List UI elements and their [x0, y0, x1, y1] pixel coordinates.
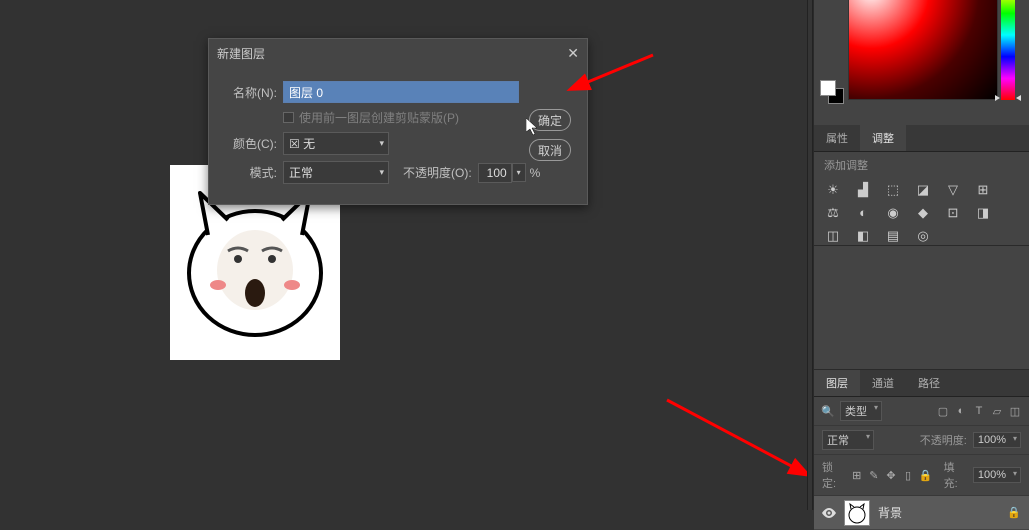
fg-bg-swatch[interactable]	[820, 80, 844, 104]
clip-mask-label: 使用前一图层创建剪贴蒙版(P)	[299, 109, 459, 126]
tab-properties[interactable]: 属性	[814, 125, 860, 151]
tab-channels[interactable]: 通道	[860, 370, 906, 396]
panel-blank	[814, 245, 1029, 370]
name-label: 名称(N):	[221, 84, 277, 101]
exposure-icon[interactable]: ◪	[914, 182, 932, 197]
search-icon[interactable]: 🔍	[822, 405, 834, 417]
foreground-swatch[interactable]	[820, 80, 836, 96]
filter-adjust-icon[interactable]: ◐	[955, 405, 967, 417]
curves-icon[interactable]: ⬚	[884, 182, 902, 197]
layer-list: 背景 🔒	[814, 496, 1029, 530]
lock-position-icon[interactable]: ✥	[885, 469, 896, 481]
mode-label: 模式:	[221, 164, 277, 181]
lock-all-icon[interactable]: 🔒	[920, 469, 932, 481]
tab-adjustments[interactable]: 调整	[860, 125, 906, 151]
layer-name-input[interactable]	[283, 81, 519, 103]
opacity-chevron-icon[interactable]: ▾	[512, 163, 526, 182]
threshold-icon[interactable]: ◧	[854, 228, 872, 243]
layer-thumbnail[interactable]	[844, 500, 870, 526]
lock-pixels-icon[interactable]: ✎	[868, 469, 879, 481]
blend-mode-dropdown[interactable]: 正常	[822, 430, 874, 450]
levels-icon[interactable]: ▟	[854, 182, 872, 197]
ok-button[interactable]: 确定	[529, 109, 571, 131]
lock-artboard-icon[interactable]: ▯	[903, 469, 914, 481]
hue-icon[interactable]: ⊞	[974, 182, 992, 197]
visibility-eye-icon[interactable]	[822, 506, 836, 520]
clip-mask-checkbox	[283, 112, 294, 123]
photo-filter-icon[interactable]: ◉	[884, 205, 902, 220]
filter-smart-icon[interactable]: ◫	[1009, 405, 1021, 417]
dialog-title-bar[interactable]: 新建图层 ✕	[209, 39, 587, 67]
close-icon[interactable]: ✕	[567, 45, 579, 62]
posterize-icon[interactable]: ◫	[824, 228, 842, 243]
layers-panel: 图层 通道 路径 🔍 类型 ▢ ◐ T ▱ ◫ 正常 不透明度: 100% 锁定…	[814, 370, 1029, 510]
color-panel	[814, 0, 1029, 125]
color-label: 颜色(C):	[221, 135, 277, 152]
filter-type-icon[interactable]: T	[973, 405, 985, 417]
lock-label: 锁定:	[822, 459, 845, 491]
adjustments-panel: 属性 调整 添加调整 ☀ ▟ ⬚ ◪ ▽ ⊞ ⚖ ◐ ◉ ◆ ⊡ ◨ ◫ ◧ ▤…	[814, 125, 1029, 245]
cancel-button[interactable]: 取消	[529, 139, 571, 161]
hue-slider[interactable]	[1001, 0, 1015, 100]
tab-layers[interactable]: 图层	[814, 370, 860, 396]
brightness-icon[interactable]: ☀	[824, 182, 842, 197]
layer-item[interactable]: 背景 🔒	[814, 496, 1029, 530]
color-dropdown[interactable]: ☒ 无	[283, 132, 389, 155]
dialog-title: 新建图层	[217, 45, 265, 62]
hue-slider-thumb[interactable]	[995, 95, 1021, 101]
lock-icon[interactable]: 🔒	[1007, 506, 1021, 519]
vibrance-icon[interactable]: ▽	[944, 182, 962, 197]
right-panels: 属性 调整 添加调整 ☀ ▟ ⬚ ◪ ▽ ⊞ ⚖ ◐ ◉ ◆ ⊡ ◨ ◫ ◧ ▤…	[813, 0, 1029, 510]
invert-icon[interactable]: ◨	[974, 205, 992, 220]
filter-shape-icon[interactable]: ▱	[991, 405, 1003, 417]
new-layer-dialog: 新建图层 ✕ 名称(N): 使用前一图层创建剪贴蒙版(P) 颜色(C): ☒ 无…	[208, 38, 588, 205]
gradient-map-icon[interactable]: ▤	[884, 228, 902, 243]
bw-icon[interactable]: ◐	[854, 205, 872, 220]
layer-name[interactable]: 背景	[878, 504, 1007, 521]
layer-opacity-dropdown[interactable]: 100%	[973, 432, 1021, 448]
lock-transparent-icon[interactable]: ⊞	[851, 469, 862, 481]
filter-image-icon[interactable]: ▢	[937, 405, 949, 417]
adjustments-grid: ☀ ▟ ⬚ ◪ ▽ ⊞ ⚖ ◐ ◉ ◆ ⊡ ◨ ◫ ◧ ▤ ◎	[814, 178, 1029, 247]
filter-kind-dropdown[interactable]: 类型	[840, 401, 882, 421]
opacity-label: 不透明度(O):	[403, 164, 472, 181]
color-field[interactable]	[848, 0, 998, 100]
percent-label: %	[530, 166, 541, 180]
tab-paths[interactable]: 路径	[906, 370, 952, 396]
opacity-label: 不透明度:	[920, 432, 967, 448]
selective-color-icon[interactable]: ◎	[914, 228, 932, 243]
fill-label: 填充:	[944, 459, 967, 491]
add-adjustment-label: 添加调整	[814, 152, 1029, 178]
lookup-icon[interactable]: ⊡	[944, 205, 962, 220]
mode-dropdown[interactable]: 正常	[283, 161, 389, 184]
channel-mixer-icon[interactable]: ◆	[914, 205, 932, 220]
opacity-input[interactable]	[478, 163, 512, 183]
color-balance-icon[interactable]: ⚖	[824, 205, 842, 220]
fill-dropdown[interactable]: 100%	[973, 467, 1021, 483]
